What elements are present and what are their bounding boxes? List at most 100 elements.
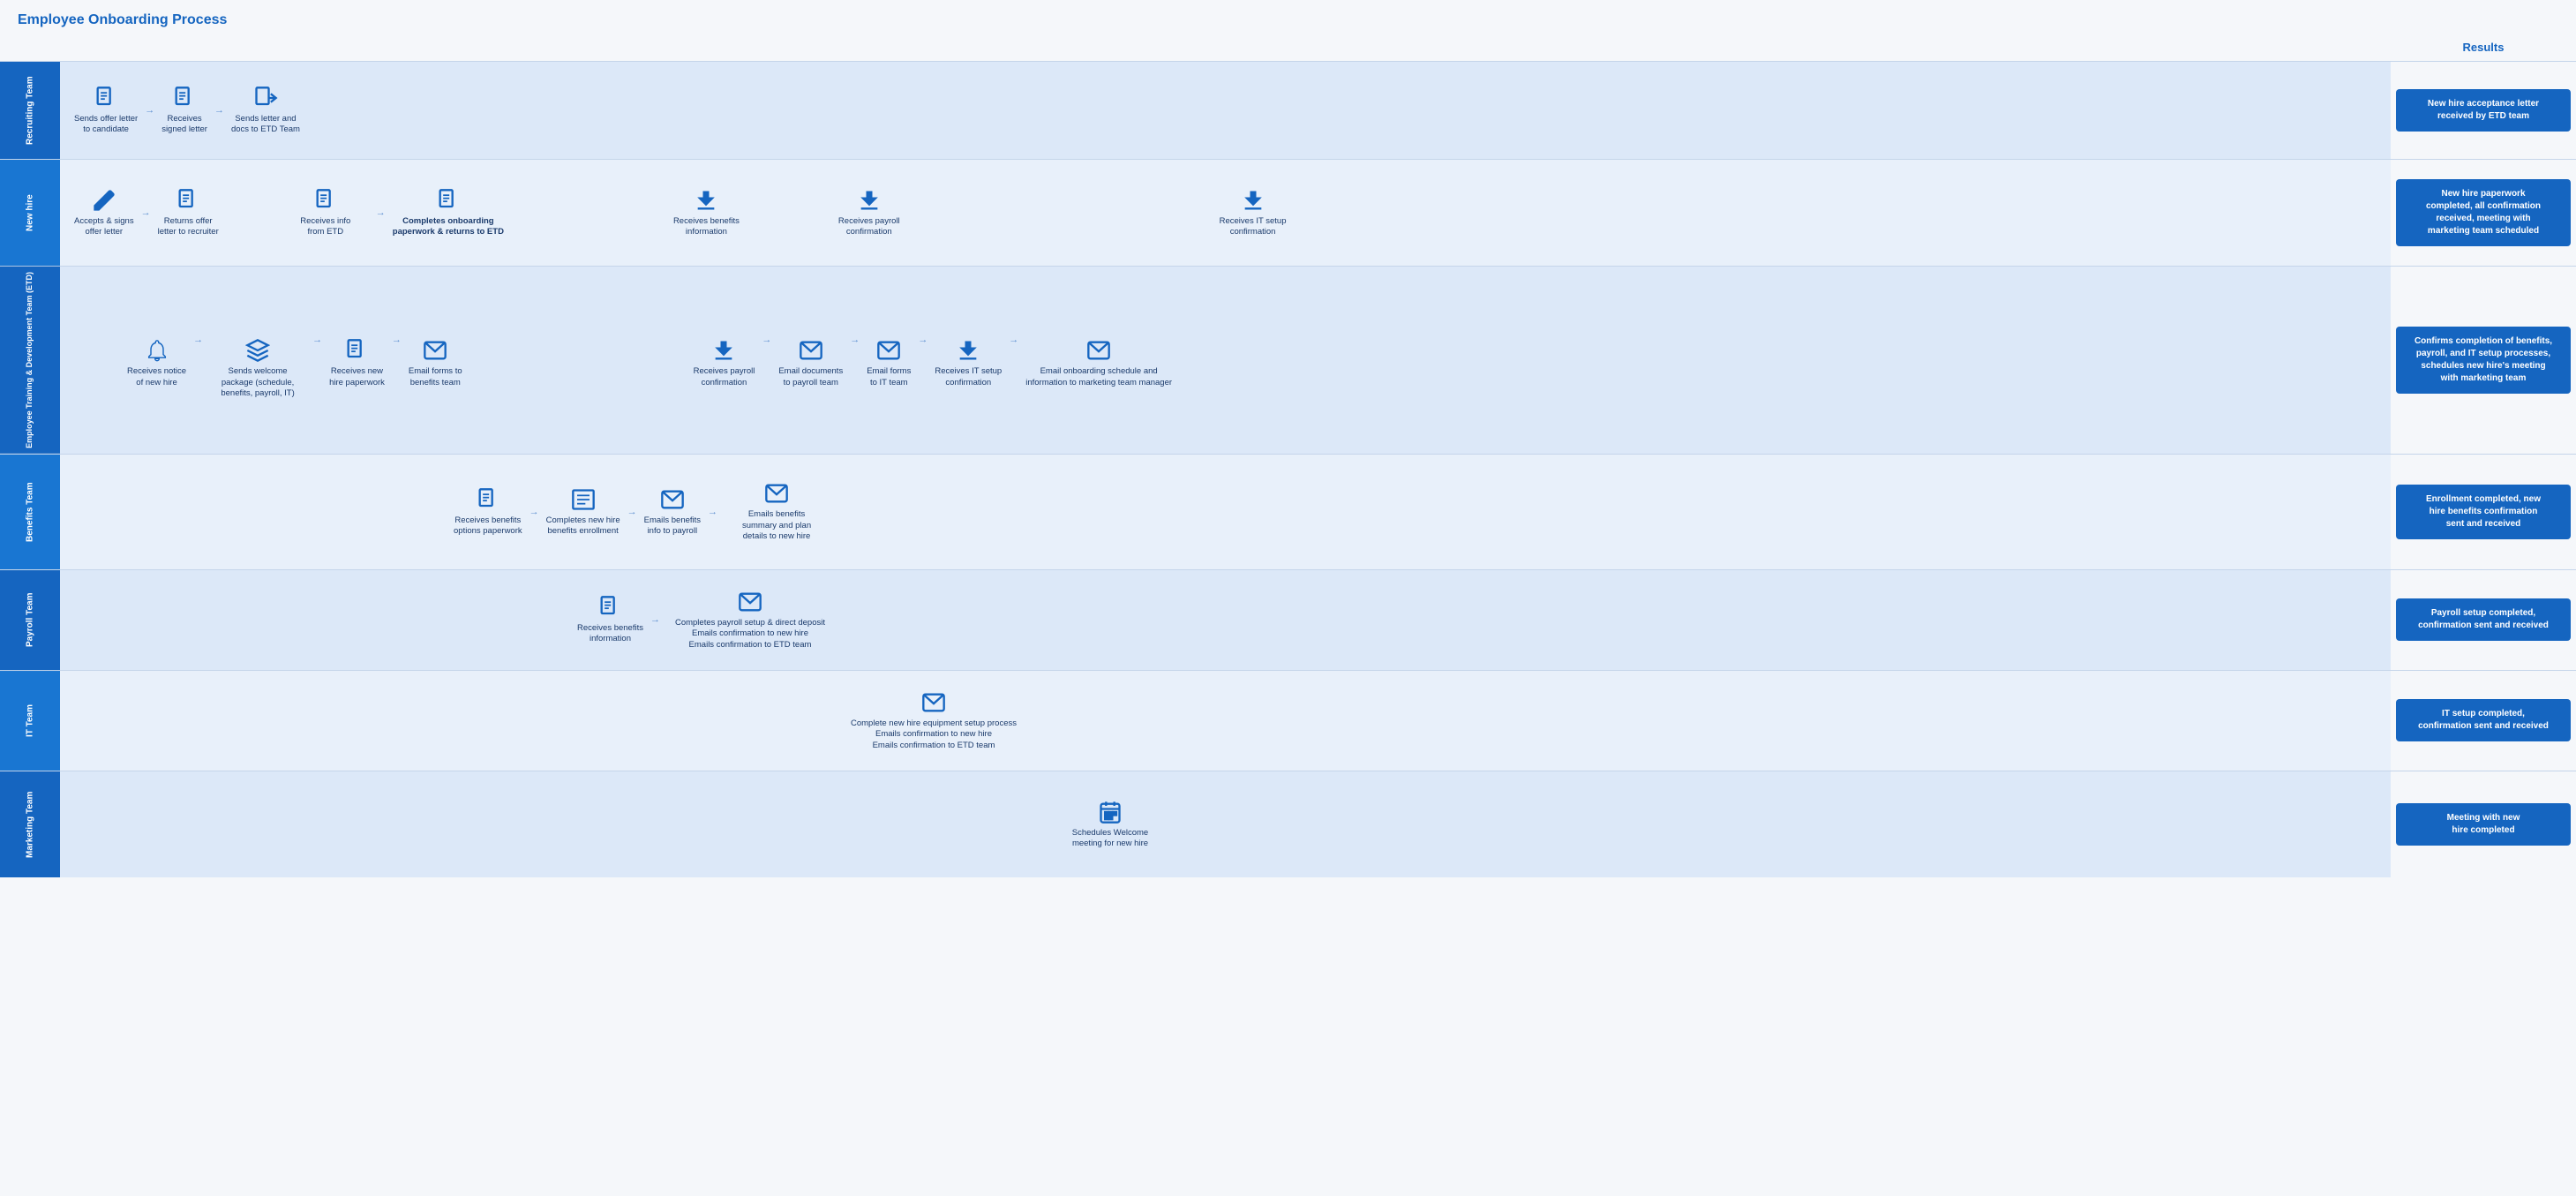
arrow-pay-1: → (649, 614, 662, 625)
node-it-setup: Complete new hire equipment setup proces… (845, 687, 1022, 755)
doc-icon-2 (172, 86, 197, 110)
node-label-it-setup: Complete new hire equipment setup proces… (851, 718, 1017, 751)
node-label-receives-benefits-opts: Receives benefitsoptions paperwork (454, 515, 522, 538)
lane-label-etd: Employee Training & Development Team (ET… (0, 267, 60, 454)
email-icon-ben1 (660, 487, 685, 512)
lane-content-marketing: Schedules Welcomemeeting for new hire (60, 771, 2391, 877)
bell-icon (145, 338, 169, 363)
node-label-sends-welcome-pkg: Sends welcomepackage (schedule,benefits,… (221, 366, 294, 399)
arrow-ben-1: → (528, 507, 541, 517)
node-completes-benefits-enrollment: Completes new hirebenefits enrollment (541, 484, 626, 541)
results-box-benefits: Enrollment completed, newhire benefits c… (2396, 485, 2571, 539)
lane-label-recruiting: Recruiting Team (0, 62, 60, 159)
doc-icon-nh2 (313, 188, 338, 213)
node-receives-payroll-conf: Receives payrollconfirmation (833, 184, 905, 242)
node-sends-offer-letter: Sends offer letterto candidate (69, 82, 143, 139)
node-label-receives-nh-paperwork: Receives newhire paperwork (329, 366, 385, 388)
cube-icon (245, 338, 270, 363)
diagram-container: Recruiting Team Sends offer letterto can… (0, 61, 2576, 877)
node-label-sends-docs-etd: Sends letter anddocs to ETD Team (231, 114, 300, 136)
download-icon-nh3 (1241, 188, 1265, 213)
email-icon-etd2 (799, 338, 823, 363)
email-icon-etd3 (876, 338, 901, 363)
swimlane-newhire: New hire Accepts & signsoffer letter → R… (0, 159, 2576, 266)
lane-content-newhire: Accepts & signsoffer letter → Returns of… (60, 160, 2391, 266)
swimlane-marketing: Marketing Team Schedules Welcomemeeting … (0, 771, 2576, 877)
arrow-etd-3: → (390, 335, 403, 345)
node-label-accepts-signs: Accepts & signsoffer letter (74, 216, 134, 238)
results-col-recruiting: New hire acceptance letterreceived by ET… (2391, 62, 2576, 159)
swimlane-payroll: Payroll Team Receives benefitsinformatio… (0, 569, 2576, 670)
node-email-docs-payroll: Email documentsto payroll team (773, 335, 848, 392)
swimlane-it: IT Team Complete new hire equipment setu… (0, 670, 2576, 771)
node-receives-info-etd: Receives infofrom ETD (277, 184, 374, 242)
download-icon-etd2 (956, 338, 980, 363)
node-completes-payroll-setup: Completes payroll setup & direct deposit… (662, 586, 838, 654)
node-label-completes-payroll-setup: Completes payroll setup & direct deposit… (675, 618, 825, 651)
node-label-completes-benefits-enrollment: Completes new hirebenefits enrollment (546, 515, 620, 538)
results-col-newhire: New hire paperworkcompleted, all confirm… (2391, 160, 2576, 266)
node-etd-receives-it-conf: Receives IT setupconfirmation (929, 335, 1007, 392)
results-col-etd: Confirms completion of benefits,payroll,… (2391, 267, 2576, 454)
node-label-etd-receives-payroll-conf: Receives payrollconfirmation (694, 366, 755, 388)
download-icon-nh2 (857, 188, 882, 213)
results-col-it: IT setup completed,confirmation sent and… (2391, 671, 2576, 771)
calendar-icon (1098, 800, 1123, 824)
node-schedules-welcome-meeting: Schedules Welcomemeeting for new hire (1040, 796, 1181, 854)
arrow-ben-2: → (626, 507, 639, 517)
email-icon-etd1 (423, 338, 447, 363)
results-box-marketing: Meeting with newhire completed (2396, 803, 2571, 846)
node-returns-offer-letter: Returns offerletter to recruiter (153, 184, 224, 242)
download-icon-etd1 (711, 338, 736, 363)
swimlane-recruiting: Recruiting Team Sends offer letterto can… (0, 61, 2576, 159)
arrow-1: → (143, 105, 156, 116)
node-accepts-signs: Accepts & signsoffer letter (69, 184, 139, 242)
doc-icon (94, 86, 118, 110)
results-box-recruiting: New hire acceptance letterreceived by ET… (2396, 89, 2571, 132)
results-col-marketing: Meeting with newhire completed (2391, 771, 2576, 877)
arrow-nh-2: → (374, 207, 387, 218)
results-col-payroll: Payroll setup completed,confirmation sen… (2391, 570, 2576, 670)
node-label-schedules-welcome-meeting: Schedules Welcomemeeting for new hire (1072, 828, 1148, 850)
node-label-receives-signed: Receivessigned letter (161, 114, 207, 136)
arrow-etd-2: → (311, 335, 324, 345)
node-receives-signed-letter: Receivessigned letter (156, 82, 213, 139)
results-header-label: Results (2391, 35, 2576, 59)
node-completes-onboarding: Completes onboardingpaperwork & returns … (387, 184, 509, 242)
node-sends-docs-etd: Sends letter anddocs to ETD Team (226, 82, 305, 139)
node-payroll-receives-benefits-info: Receives benefitsinformation (572, 591, 649, 649)
swimlane-etd: Employee Training & Development Team (ET… (0, 266, 2576, 454)
node-label-sends-offer-letter: Sends offer letterto candidate (74, 114, 138, 136)
node-etd-receives-payroll-conf: Receives payrollconfirmation (688, 335, 761, 392)
email-icon-pay1 (738, 590, 762, 614)
lane-content-payroll: Receives benefitsinformation → Completes… (60, 570, 2391, 670)
node-label-returns-offer: Returns offerletter to recruiter (158, 216, 219, 238)
node-receives-notice: Receives noticeof new hire (122, 335, 192, 392)
node-emails-benefits-summary: Emails benefitssummary and plandetails t… (719, 478, 834, 545)
node-label-email-forms-it: Email formsto IT team (867, 366, 911, 388)
swimlane-benefits: Benefits Team Receives benefitsoptions p… (0, 454, 2576, 569)
lane-content-it: Complete new hire equipment setup proces… (60, 671, 2391, 771)
results-box-newhire: New hire paperworkcompleted, all confirm… (2396, 179, 2571, 246)
arrow-2: → (213, 105, 226, 116)
node-label-emails-benefits-info-payroll: Emails benefitsinfo to payroll (644, 515, 701, 538)
node-receives-it-conf: Receives IT setupconfirmation (1214, 184, 1292, 242)
arrow-etd-4: → (760, 335, 773, 345)
node-receives-benefits-info: Receives benefitsinformation (668, 184, 745, 242)
arrow-nh-1: → (139, 207, 153, 218)
arrow-etd-5: → (848, 335, 861, 345)
doc-icon-nh (176, 188, 200, 213)
arrow-etd-7: → (1007, 335, 1020, 345)
node-email-forms-benefits: Email forms tobenefits team (403, 335, 468, 392)
arrow-etd-6: → (916, 335, 929, 345)
results-box-it: IT setup completed,confirmation sent and… (2396, 699, 2571, 741)
lane-label-marketing: Marketing Team (0, 771, 60, 877)
node-label-receives-benefits-info: Receives benefitsinformation (673, 216, 740, 238)
node-label-email-forms-benefits: Email forms tobenefits team (409, 366, 462, 388)
arrow-ben-3: → (706, 507, 719, 517)
node-label-completes-onboarding: Completes onboardingpaperwork & returns … (393, 216, 504, 238)
node-label-emails-benefits-summary: Emails benefitssummary and plandetails t… (742, 509, 811, 542)
node-label-receives-it-conf: Receives IT setupconfirmation (1220, 216, 1287, 238)
download-icon-nh1 (694, 188, 718, 213)
doc-icon-ben1 (476, 487, 500, 512)
